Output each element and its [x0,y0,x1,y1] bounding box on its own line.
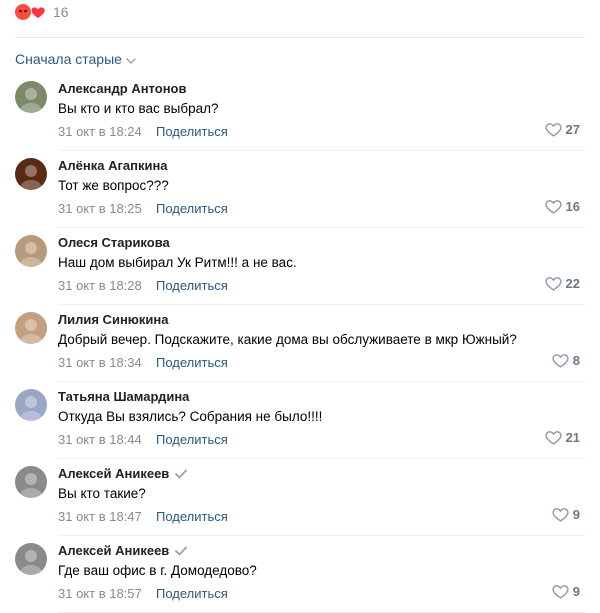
share-link[interactable]: Поделиться [156,124,228,139]
comment-text: Вы кто такие? [58,486,146,501]
comment-timestamp[interactable]: 31 окт в 18:57 [58,586,142,601]
like-count: 9 [572,584,580,599]
author-name: Алёнка Агапкина [58,158,168,173]
like-button[interactable]: 8 [552,353,580,368]
comment-text: Где ваш офис в г. Домодедово? [58,563,257,578]
author-name: Татьяна Шамардина [58,389,190,404]
comments-list: Александр Антонов Вы кто и кто вас выбра… [0,74,600,613]
heart-outline-icon [544,277,562,291]
comment-item: Алексей Аникеев Вы кто такие? 31 окт в 1… [0,459,600,536]
like-button[interactable]: 16 [544,199,580,214]
comment-author-link[interactable]: Олеся Старикова [58,235,170,250]
share-link[interactable]: Поделиться [156,355,228,370]
like-button[interactable]: 27 [544,122,580,137]
like-count: 9 [572,507,580,522]
comment-text: Откуда Вы взялись? Собрания не было!!!! [58,409,323,424]
avatar[interactable] [15,158,47,190]
comment-timestamp[interactable]: 31 окт в 18:34 [58,355,142,370]
heart-outline-icon [544,123,562,137]
comment-author-link[interactable]: Алексей Аникеев [58,543,188,558]
share-link[interactable]: Поделиться [156,432,228,447]
avatar[interactable] [15,389,47,421]
angry-emoji-icon [14,3,32,21]
comment-timestamp[interactable]: 31 окт в 18:44 [58,432,142,447]
share-link[interactable]: Поделиться [156,278,228,293]
comment-author-link[interactable]: Александр Антонов [58,81,186,96]
like-count: 27 [565,122,580,137]
author-name: Олеся Старикова [58,235,170,250]
verified-check-icon [175,546,188,556]
reactions-count: 16 [53,4,69,20]
comment-timestamp[interactable]: 31 окт в 18:28 [58,278,142,293]
like-count: 21 [565,430,580,445]
comment-timestamp[interactable]: 31 окт в 18:47 [58,509,142,524]
comment-item: Алёнка Агапкина Тот же вопрос??? 31 окт … [0,151,600,228]
comment-timestamp[interactable]: 31 окт в 18:24 [58,124,142,139]
author-name: Алексей Аникеев [58,466,170,481]
comment-author-link[interactable]: Лилия Синюкина [58,312,168,327]
like-count: 8 [572,353,580,368]
comment-item: Татьяна Шамардина Откуда Вы взялись? Соб… [0,382,600,459]
heart-outline-icon [552,354,569,368]
sort-dropdown[interactable]: Сначала старые [15,51,136,67]
avatar[interactable] [15,543,47,575]
divider [15,37,585,38]
like-button[interactable]: 21 [544,430,580,445]
comment-text: Наш дом выбирал Ук Ритм!!! а не вас. [58,255,297,270]
comment-author-link[interactable]: Татьяна Шамардина [58,389,189,404]
comment-timestamp[interactable]: 31 окт в 18:25 [58,201,142,216]
author-name: Алексей Аникеев [58,543,170,558]
comment-author-link[interactable]: Алексей Аникеев [58,466,188,481]
comment-item: Алексей Аникеев Где ваш офис в г. Домоде… [0,536,600,613]
avatar[interactable] [15,312,47,344]
author-name: Лилия Синюкина [58,312,169,327]
chevron-down-icon [126,51,136,67]
comment-item: Александр Антонов Вы кто и кто вас выбра… [0,74,600,151]
share-link[interactable]: Поделиться [156,201,228,216]
like-button[interactable]: 9 [552,507,580,522]
like-count: 16 [565,199,580,214]
verified-check-icon [175,469,188,479]
comment-item: Олеся Старикова Наш дом выбирал Ук Ритм!… [0,228,600,305]
sort-label: Сначала старые [15,51,122,67]
avatar[interactable] [15,466,47,498]
share-link[interactable]: Поделиться [156,586,228,601]
heart-outline-icon [544,431,562,445]
heart-outline-icon [552,585,569,599]
author-name: Александр Антонов [58,81,187,96]
like-button[interactable]: 22 [544,276,580,291]
avatar[interactable] [15,235,47,267]
comment-author-link[interactable]: Алёнка Агапкина [58,158,168,173]
like-count: 22 [565,276,580,291]
heart-outline-icon [552,508,569,522]
share-link[interactable]: Поделиться [156,509,228,524]
avatar[interactable] [15,81,47,113]
comment-item: Лилия Синюкина Добрый вечер. Подскажите,… [0,305,600,382]
comment-text: Вы кто и кто вас выбрал? [58,101,219,116]
comment-text: Добрый вечер. Подскажите, какие дома вы … [58,332,517,347]
like-button[interactable]: 9 [552,584,580,599]
heart-outline-icon [544,200,562,214]
reactions-bar[interactable]: 16 [14,2,69,22]
comment-text: Тот же вопрос??? [58,178,169,193]
